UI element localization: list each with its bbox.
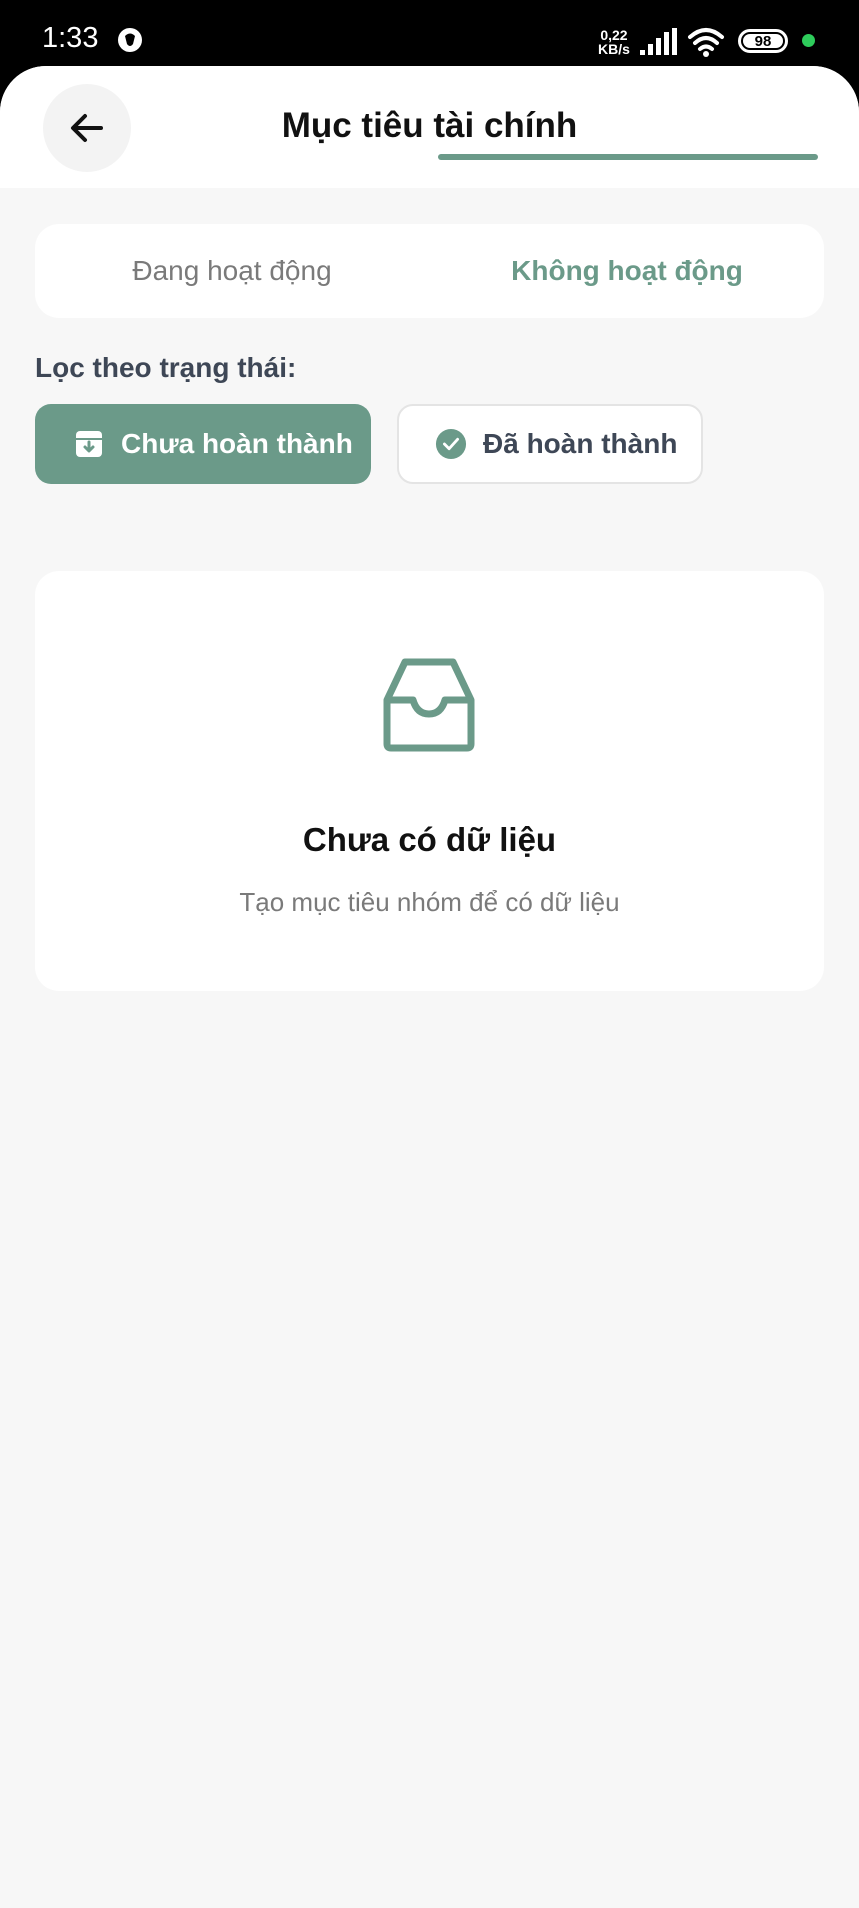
check-circle-icon	[435, 428, 467, 460]
header: Mục tiêu tài chính	[0, 66, 859, 188]
status-bar: 1:33 0,22 KB/s 98	[0, 0, 859, 66]
filter-incomplete-button[interactable]: Chưa hoàn thành	[35, 404, 371, 484]
tab-inactive-goals[interactable]: Không hoạt động	[430, 224, 824, 318]
signal-icon	[640, 28, 677, 55]
filter-label: Lọc theo trạng thái:	[35, 352, 297, 383]
status-dot	[802, 34, 815, 47]
empty-state-card: Chưa có dữ liệu Tạo mục tiêu nhóm để có …	[35, 571, 824, 991]
inbox-icon	[383, 658, 475, 752]
wifi-icon	[688, 28, 724, 57]
empty-state-subtitle: Tạo mục tiêu nhóm để có dữ liệu	[239, 887, 620, 917]
empty-state-title: Chưa có dữ liệu	[302, 821, 557, 858]
tab-label: Không hoạt động	[511, 255, 743, 286]
network-speed: 0,22 KB/s	[598, 27, 630, 57]
tab-bar: Đang hoạt động Không hoạt động	[35, 224, 824, 318]
app-notification-icon	[118, 28, 142, 52]
archive-icon	[73, 428, 105, 460]
chip-label: Chưa hoàn thành	[121, 428, 353, 459]
tab-label: Đang hoạt động	[132, 255, 332, 286]
chip-label: Đã hoàn thành	[483, 428, 678, 459]
filter-complete-button[interactable]: Đã hoàn thành	[397, 404, 703, 484]
tab-indicator	[438, 154, 818, 160]
page: Mục tiêu tài chính Đang hoạt động Không …	[0, 66, 859, 1908]
tab-active-goals[interactable]: Đang hoạt động	[35, 224, 429, 318]
status-time: 1:33	[42, 22, 99, 54]
page-title: Mục tiêu tài chính	[281, 106, 578, 145]
battery-indicator: 98	[738, 29, 788, 53]
